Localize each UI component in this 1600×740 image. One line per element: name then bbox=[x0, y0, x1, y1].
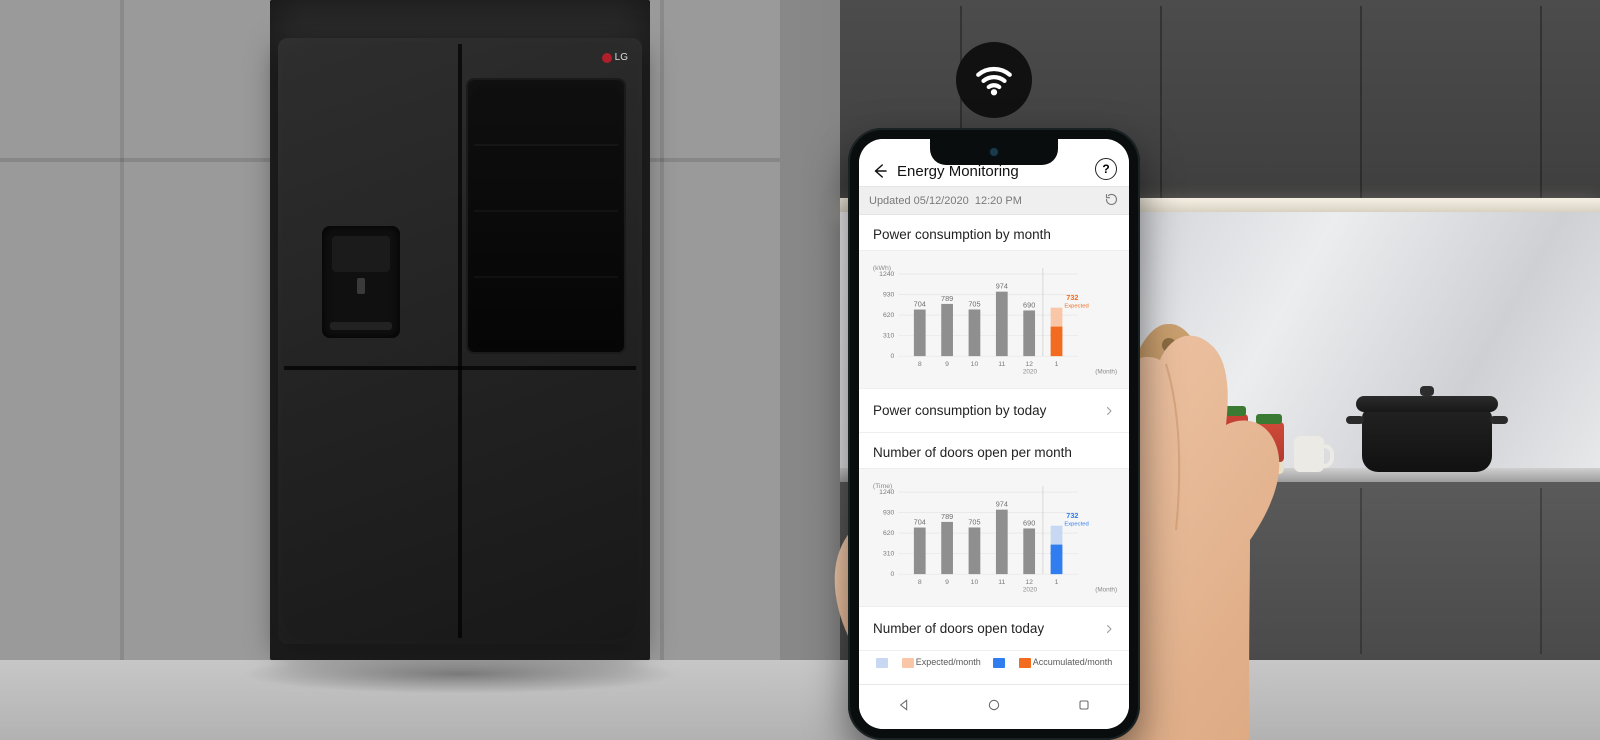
svg-text:0: 0 bbox=[891, 571, 895, 578]
circle-home-icon bbox=[986, 697, 1002, 713]
app-content: Power consumption by month (kWh)03106209… bbox=[859, 215, 1129, 685]
square-recent-icon bbox=[1076, 697, 1092, 713]
svg-text:789: 789 bbox=[941, 512, 953, 521]
legend-accum-power: Accumulated/month bbox=[1019, 657, 1113, 668]
row-label: Power consumption by today bbox=[873, 403, 1046, 418]
svg-text:10: 10 bbox=[971, 361, 979, 368]
instaview-window bbox=[468, 80, 624, 352]
updated-label: Updated bbox=[869, 195, 911, 207]
svg-text:2020: 2020 bbox=[1023, 587, 1038, 594]
swatch-icon bbox=[902, 658, 914, 668]
mug bbox=[1294, 436, 1324, 472]
svg-text:789: 789 bbox=[941, 294, 953, 303]
nav-recent-button[interactable] bbox=[1076, 697, 1092, 718]
svg-text:704: 704 bbox=[914, 300, 926, 309]
svg-text:2020: 2020 bbox=[1023, 369, 1038, 376]
svg-text:974: 974 bbox=[996, 282, 1008, 291]
section-title-power-month: Power consumption by month bbox=[859, 215, 1129, 250]
svg-text:1240: 1240 bbox=[879, 489, 894, 496]
sauce-jar bbox=[1216, 414, 1248, 472]
legend-accum-doors bbox=[993, 657, 1007, 668]
svg-text:8: 8 bbox=[918, 579, 922, 586]
swatch-icon bbox=[1019, 658, 1031, 668]
svg-text:Expected: Expected bbox=[1064, 304, 1088, 310]
svg-text:(Month): (Month) bbox=[1095, 369, 1117, 376]
svg-text:732: 732 bbox=[1066, 293, 1078, 302]
fridge-shadow bbox=[240, 654, 680, 694]
svg-text:12: 12 bbox=[1025, 579, 1033, 586]
row-label: Number of doors open today bbox=[873, 621, 1044, 636]
svg-text:704: 704 bbox=[914, 518, 926, 527]
triangle-back-icon bbox=[896, 697, 912, 713]
svg-text:446: 446 bbox=[1050, 329, 1062, 338]
svg-text:732: 732 bbox=[1066, 511, 1078, 520]
svg-text:690: 690 bbox=[1023, 519, 1035, 528]
svg-text:0: 0 bbox=[891, 353, 895, 360]
lg-logo: LG bbox=[602, 52, 628, 63]
nav-home-button[interactable] bbox=[986, 697, 1002, 718]
svg-text:12: 12 bbox=[1025, 361, 1033, 368]
legend-expected-doors: Expected/month bbox=[902, 657, 981, 668]
swatch-icon bbox=[993, 658, 1005, 668]
updated-date: 05/12/2020 bbox=[914, 195, 969, 207]
chart-legend: Expected/month Accumulated/month bbox=[859, 650, 1129, 672]
svg-text:9: 9 bbox=[945, 579, 949, 586]
promo-scene: LG bbox=[0, 0, 1600, 740]
help-icon: ? bbox=[1102, 162, 1109, 176]
svg-text:705: 705 bbox=[968, 300, 980, 309]
svg-text:620: 620 bbox=[883, 530, 895, 537]
svg-text:930: 930 bbox=[883, 510, 895, 517]
swatch-icon bbox=[876, 658, 888, 668]
bar-chart: (Time)03106209301240732Expected704878997… bbox=[867, 477, 1121, 597]
legend-expected-power bbox=[876, 657, 890, 668]
refrigerator: LG bbox=[278, 38, 642, 644]
svg-text:310: 310 bbox=[883, 333, 895, 340]
svg-text:620: 620 bbox=[883, 312, 895, 319]
refresh-button[interactable] bbox=[1104, 192, 1119, 210]
chevron-right-icon bbox=[1103, 623, 1115, 635]
svg-text:8: 8 bbox=[918, 361, 922, 368]
phone-screen: Energy Monitoring ? Updated 05/12/2020 1… bbox=[859, 139, 1129, 729]
svg-text:10: 10 bbox=[971, 579, 979, 586]
svg-text:1: 1 bbox=[1055, 579, 1059, 586]
section-title-doors-month: Number of doors open per month bbox=[859, 433, 1129, 468]
svg-text:930: 930 bbox=[883, 292, 895, 299]
android-nav-bar bbox=[859, 684, 1129, 729]
screen-title: Energy Monitoring bbox=[897, 163, 1019, 180]
arrow-left-icon bbox=[871, 162, 889, 180]
svg-text:310: 310 bbox=[883, 551, 895, 558]
chart-doors-month[interactable]: (Time)03106209301240732Expected704878997… bbox=[859, 468, 1129, 607]
svg-text:705: 705 bbox=[968, 518, 980, 527]
svg-text:446: 446 bbox=[1050, 547, 1062, 556]
svg-text:690: 690 bbox=[1023, 301, 1035, 310]
smartphone: Energy Monitoring ? Updated 05/12/2020 1… bbox=[848, 128, 1140, 740]
svg-text:1: 1 bbox=[1055, 361, 1059, 368]
updated-status-bar: Updated 05/12/2020 12:20 PM bbox=[859, 187, 1129, 215]
help-button[interactable]: ? bbox=[1095, 158, 1117, 180]
svg-text:(Month): (Month) bbox=[1095, 587, 1117, 594]
svg-text:Expected: Expected bbox=[1064, 522, 1088, 528]
chevron-right-icon bbox=[1103, 405, 1115, 417]
updated-time: 12:20 PM bbox=[975, 195, 1022, 207]
svg-text:1240: 1240 bbox=[879, 271, 894, 278]
water-dispenser bbox=[322, 226, 400, 338]
nav-back-button[interactable] bbox=[896, 697, 912, 718]
phone-notch bbox=[930, 139, 1058, 165]
refresh-icon bbox=[1104, 192, 1119, 207]
sauce-jar bbox=[1254, 422, 1284, 474]
bar-chart: (kWh)03106209301240732Expected7048789970… bbox=[867, 259, 1121, 379]
chart-power-month[interactable]: (kWh)03106209301240732Expected7048789970… bbox=[859, 250, 1129, 389]
row-power-today[interactable]: Power consumption by today bbox=[859, 389, 1129, 433]
svg-text:11: 11 bbox=[998, 579, 1005, 586]
wifi-icon bbox=[956, 42, 1032, 118]
cooking-pot bbox=[1362, 408, 1492, 472]
svg-text:9: 9 bbox=[945, 361, 949, 368]
row-doors-today[interactable]: Number of doors open today bbox=[859, 607, 1129, 650]
svg-text:974: 974 bbox=[996, 500, 1008, 509]
svg-text:11: 11 bbox=[998, 361, 1005, 368]
